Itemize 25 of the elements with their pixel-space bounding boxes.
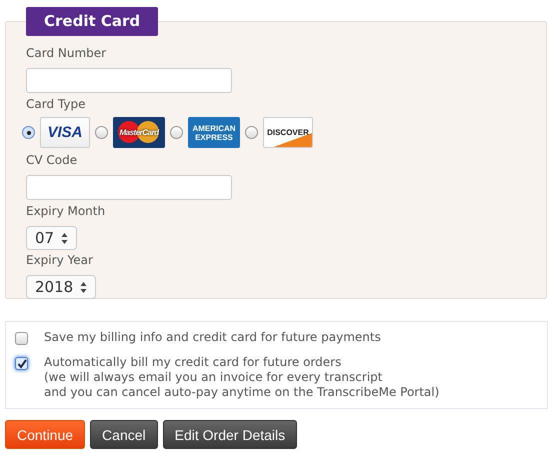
checkbox[interactable] [15, 357, 28, 370]
text-field[interactable] [26, 175, 232, 200]
stepper-arrows-icon [80, 280, 88, 294]
checkbox[interactable] [15, 332, 28, 345]
field-label: CV Code [26, 152, 78, 168]
field-label: Expiry Year [26, 252, 94, 268]
action-button[interactable]: Edit Order Details [162, 420, 298, 449]
visa-logo: VISA [40, 117, 90, 148]
radio-button[interactable] [95, 126, 108, 139]
select-dropdown[interactable]: 2018 [26, 275, 96, 299]
radio-button[interactable] [22, 126, 35, 139]
text-field[interactable] [26, 68, 232, 93]
amex-logo: AMERICAN EXPRESS [188, 117, 240, 148]
discover-logo: DISCOVER [263, 117, 313, 148]
section-title: Credit Card [26, 7, 158, 36]
option-label: Save my billing info and credit card for future payments [44, 330, 381, 345]
stepper-arrows-icon [61, 232, 68, 244]
radio-button[interactable] [245, 126, 258, 139]
select-dropdown[interactable]: 07 [26, 226, 78, 250]
action-button[interactable]: Cancel [90, 420, 158, 449]
field-label: Expiry Month [26, 203, 106, 219]
radio-button[interactable] [170, 126, 183, 139]
field-label: Card Type [26, 96, 86, 112]
field-label: Card Number [26, 45, 108, 61]
option-label: Automatically bill my credit card for future orders (we will always email you an invoice for every transcript and you can cancel auto-pay anytime on the TranscribeMe Portal) [44, 355, 440, 400]
